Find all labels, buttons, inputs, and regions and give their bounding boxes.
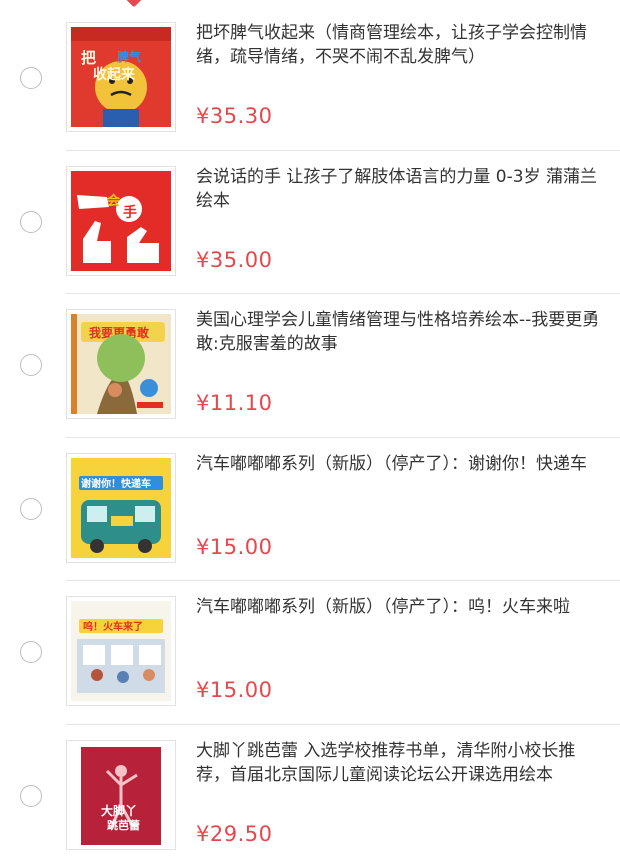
product-price: ¥15.00 <box>196 678 272 702</box>
product-price: ¥15.00 <box>196 535 272 559</box>
book-cover-icon: 呜！火车来了 <box>67 597 175 705</box>
cover-text: 脾气 <box>117 49 141 64</box>
product-price: ¥35.00 <box>196 248 272 272</box>
cover-text: 呜！火车来了 <box>83 620 143 633</box>
cover-text: 把 <box>81 49 96 67</box>
book-cover-image[interactable]: 呜！火车来了 <box>66 596 176 706</box>
product-price: ¥35.30 <box>196 104 272 128</box>
product-title[interactable]: 汽车嘟嘟嘟系列（新版）（停产了）：呜！火车来啦 <box>196 595 608 619</box>
book-cover-icon: 谢谢你！快递车 <box>67 454 175 562</box>
book-cover-image[interactable]: 把 脾气 收起来 <box>66 22 176 132</box>
book-cover-image[interactable]: 会 手 <box>66 166 176 276</box>
cover-text: 谢谢你！快递车 <box>81 477 151 490</box>
book-cover-icon: 我要更勇敢 <box>67 310 175 418</box>
book-cover-icon: 会 手 <box>67 167 175 275</box>
product-title[interactable]: 汽车嘟嘟嘟系列（新版）（停产了）：谢谢你！快递车 <box>196 452 608 476</box>
book-cover-icon: 大脚丫 跳芭蕾 <box>67 741 175 849</box>
cover-text: 收起来 <box>93 66 136 83</box>
book-cover-icon: 把 脾气 收起来 <box>67 23 175 131</box>
list-item[interactable]: 大脚丫 跳芭蕾 大脚丫跳芭蕾 入选学校推荐书单，清华附小校长推荐，首届北京国际儿… <box>0 725 620 868</box>
product-title[interactable]: 把坏脾气收起来（情商管理绘本，让孩子学会控制情绪，疏导情绪，不哭不闹不乱发脾气） <box>196 21 608 69</box>
list-item[interactable]: 谢谢你！快递车 汽车嘟嘟嘟系列（新版）（停产了）：谢谢你！快递车 ¥15.00 <box>0 438 620 582</box>
product-title[interactable]: 美国心理学会儿童情绪管理与性格培养绘本--我要更勇敢:克服害羞的故事 <box>196 308 608 356</box>
select-radio[interactable] <box>20 67 42 89</box>
product-price: ¥11.10 <box>196 391 272 415</box>
cover-text: 大脚丫 <box>101 803 137 818</box>
list-item[interactable]: 会 手 会说话的手 让孩子了解肢体语言的力量 0-3岁 蒲蒲兰绘本 ¥35.00 <box>0 151 620 295</box>
cover-text: 会 <box>107 193 121 209</box>
product-title[interactable]: 大脚丫跳芭蕾 入选学校推荐书单，清华附小校长推荐，首届北京国际儿童阅读论坛公开课… <box>196 739 608 787</box>
book-cover-image[interactable]: 我要更勇敢 <box>66 309 176 419</box>
select-radio[interactable] <box>20 211 42 233</box>
select-radio[interactable] <box>20 498 42 520</box>
product-list: 把 脾气 收起来 把坏脾气收起来（情商管理绘本，让孩子学会控制情绪，疏导情绪，不… <box>0 7 620 868</box>
product-title[interactable]: 会说话的手 让孩子了解肢体语言的力量 0-3岁 蒲蒲兰绘本 <box>196 165 608 213</box>
list-item[interactable]: 我要更勇敢 美国心理学会儿童情绪管理与性格培养绘本--我要更勇敢:克服害羞的故事… <box>0 294 620 438</box>
select-radio[interactable] <box>20 354 42 376</box>
cover-text: 手 <box>123 204 137 221</box>
list-item[interactable]: 把 脾气 收起来 把坏脾气收起来（情商管理绘本，让孩子学会控制情绪，疏导情绪，不… <box>0 7 620 151</box>
list-item[interactable]: 呜！火车来了 汽车嘟嘟嘟系列（新版）（停产了）：呜！火车来啦 ¥15.00 <box>0 581 620 725</box>
book-cover-image[interactable]: 大脚丫 跳芭蕾 <box>66 740 176 850</box>
product-price: ¥29.50 <box>196 822 272 846</box>
select-radio[interactable] <box>20 641 42 663</box>
select-radio[interactable] <box>20 785 42 807</box>
cover-text: 跳芭蕾 <box>107 818 140 832</box>
book-cover-image[interactable]: 谢谢你！快递车 <box>66 453 176 563</box>
